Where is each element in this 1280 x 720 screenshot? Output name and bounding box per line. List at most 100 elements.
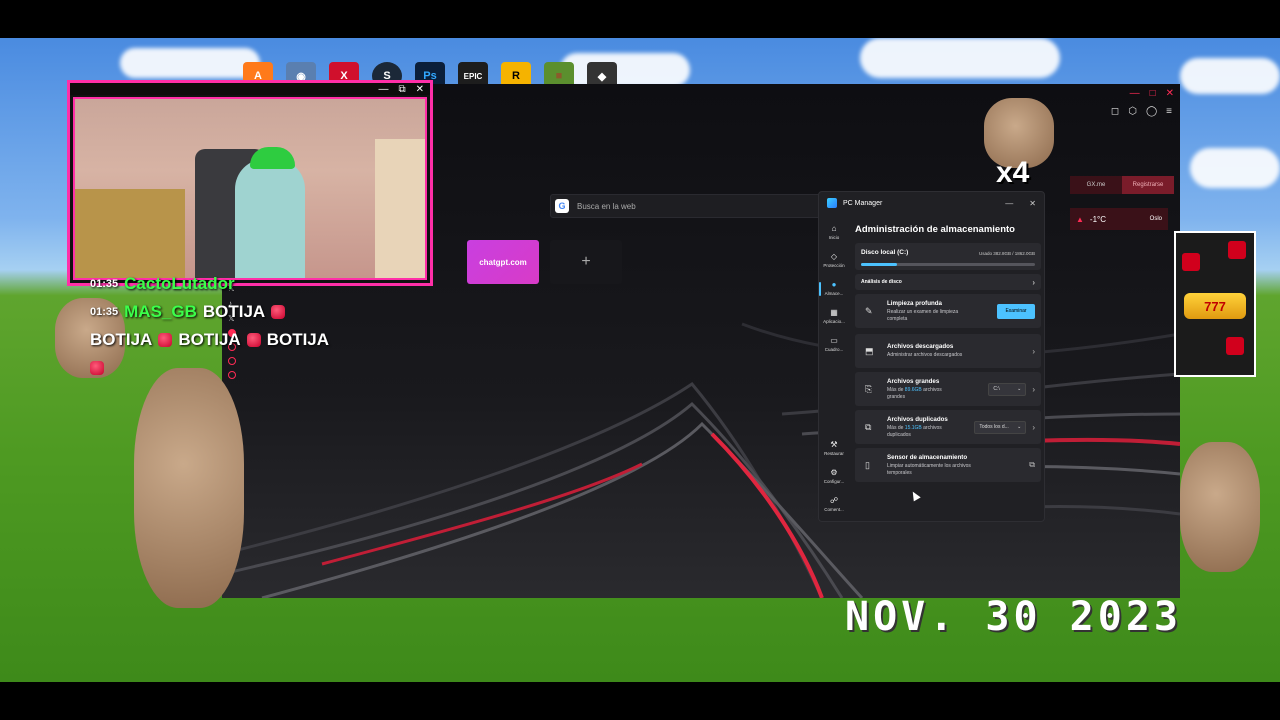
disk-card[interactable]: Disco local (C:) Usado 382.8GB / 1862.0G… [855, 243, 1041, 270]
date-stamp: NOV. 30 2023 [845, 594, 1182, 640]
cloud [1190, 148, 1280, 188]
disk-usage-fill [861, 263, 897, 266]
weather-city: Oslo [1149, 216, 1162, 222]
nav-restaurar[interactable]: ⚒ Restaurar [819, 440, 849, 456]
extensions-icon[interactable]: ⬡ [1128, 106, 1137, 117]
close-icon[interactable]: ✕ [416, 84, 424, 95]
close-icon[interactable]: ✕ [1166, 88, 1174, 99]
nav-almacenamiento[interactable]: ● Almace... [819, 280, 849, 296]
chat-time: 01:35 [90, 306, 119, 318]
cloud [860, 38, 1060, 78]
large-files-row[interactable]: ⎘ Archivos grandes Más de 89.6GB archivo… [855, 372, 1041, 406]
settings-icon: ⚙ [830, 468, 838, 477]
google-icon: G [555, 199, 569, 213]
temperature: -1°C [1089, 214, 1107, 224]
feedback-icon: ☍ [829, 496, 839, 505]
disk-usage-bar [861, 263, 1035, 266]
green-hat [250, 147, 295, 169]
drive-select[interactable]: C:\ ⌄ [988, 382, 1027, 396]
minimize-icon[interactable]: — [378, 84, 388, 95]
row-title: Archivos grandes [887, 377, 940, 385]
minimize-icon[interactable]: — [1005, 199, 1013, 208]
nav-label: Almace... [824, 291, 844, 296]
nav-label: Coment... [824, 507, 844, 512]
bed [75, 189, 185, 278]
filter-select-value: Todos los d... [979, 424, 1009, 430]
chat-text: BOTIJA [90, 330, 153, 349]
chevron-down-icon: ⌄ [1017, 424, 1022, 430]
weather-widget[interactable]: ▲ -1°C Oslo [1070, 208, 1168, 230]
toolbox-icon: ▭ [830, 336, 838, 345]
row-subtitle: Realizar un examen de limpieza completa [887, 308, 959, 322]
search-placeholder: Busca en la web [577, 201, 636, 211]
menu-icon[interactable]: ≡ [1166, 106, 1172, 117]
chat-text: BOTIJA [266, 330, 330, 349]
nav-proteccion[interactable]: ◇ Protección [819, 252, 849, 268]
chevron-down-icon: ⌄ [1017, 386, 1022, 392]
minimize-icon[interactable]: — [1130, 88, 1140, 99]
row-title: Archivos descargados [887, 343, 954, 351]
pc-manager-main: Administración de almacenamiento Disco l… [855, 216, 1041, 486]
disk-analysis-link[interactable]: Análisis de disco › [855, 274, 1041, 290]
chat-text: BOTIJA [202, 302, 266, 321]
webcam-window: — ⧉ ✕ [67, 80, 433, 286]
row-title: Limpieza profunda [887, 299, 943, 307]
large-file-icon: ⎘ [865, 383, 873, 394]
row-subtitle: Administrar archivos descargados [887, 352, 963, 359]
chat-message: 01:35 CactoLutador [90, 270, 329, 298]
register-button[interactable]: Registrarse [1122, 176, 1174, 194]
maximize-icon[interactable]: □ [1150, 88, 1156, 99]
cat-sticker [1180, 442, 1260, 572]
chat-text: BOTIJA [178, 330, 241, 349]
cat-sticker [134, 368, 244, 608]
nav-label: Protección [823, 263, 845, 268]
dice-icon [1226, 337, 1244, 355]
nav-inicio[interactable]: ⌂ Inicio [819, 224, 849, 240]
nav-comentarios[interactable]: ☍ Coment... [819, 496, 849, 512]
speed-dial-add-button[interactable]: + [550, 240, 622, 284]
dice-icon [1182, 253, 1200, 271]
page-title: Administración de almacenamiento [855, 224, 1015, 235]
nav-label: Restaurar [824, 451, 844, 456]
nav-label: Configur... [823, 479, 845, 484]
speed-dial-chatgpt[interactable]: chatgpt.com [467, 240, 539, 284]
nav-configuracion[interactable]: ⚙ Configur... [819, 468, 849, 484]
maximize-icon[interactable]: ⧉ [398, 84, 405, 95]
subtitle-prefix: Más de [887, 424, 905, 431]
chat-message-continuation [90, 354, 329, 382]
chat-user: CactoLutador [124, 274, 235, 293]
row-subtitle: Limpiar automáticamente los archivos tem… [887, 462, 971, 476]
pc-manager-window: PC Manager — ✕ ⌂ Inicio ◇ Protección ● Alma… [818, 191, 1045, 522]
storage-sense-row[interactable]: ▯ Sensor de almacenamiento Limpiar autom… [855, 448, 1041, 482]
chat-message-continuation: BOTIJA BOTIJA BOTIJA [90, 326, 329, 354]
duplicates-row[interactable]: ⧉ Archivos duplicados Más de 15.1GB arch… [855, 410, 1041, 444]
subtitle-prefix: Más de [887, 386, 905, 393]
stream-scene: A ◉ X S Ps EPIC R ■ ◆ — □ ✕ ◻ ⬡ ◯ ≡ G Bu… [0, 38, 1280, 682]
profile-icon[interactable]: ◯ [1146, 106, 1157, 117]
disk-analysis-label: Análisis de disco [861, 279, 902, 285]
bookmark-icon[interactable]: ◻ [1111, 106, 1119, 117]
close-icon[interactable]: ✕ [1029, 199, 1036, 208]
duplicates-size: 15.1GB [904, 424, 922, 431]
window-title: PC Manager [843, 199, 883, 207]
chat-message: 01:35 MAS_GB BOTIJA [90, 298, 329, 326]
ruby-emote-icon [271, 305, 286, 319]
duplicate-file-icon: ⧉ [865, 421, 872, 432]
window-controls: — □ ✕ [1130, 88, 1174, 99]
download-folder-icon: ⬒ [865, 345, 874, 356]
gx-me-button[interactable]: GX.me [1070, 176, 1122, 194]
slot-machine-card: 777 [1174, 231, 1256, 377]
nav-cuadro[interactable]: ▭ Cuadro... [819, 336, 849, 352]
restore-icon: ⚒ [830, 440, 838, 449]
chevron-right-icon: › [1032, 384, 1035, 394]
external-link-icon: ⧉ [1029, 460, 1035, 469]
dice-icon [1228, 241, 1246, 259]
downloads-row[interactable]: ⬒ Archivos descargados Administrar archi… [855, 334, 1041, 368]
nav-aplicaciones[interactable]: ▦ Aplicacio... [819, 308, 849, 324]
storage-icon: ● [831, 280, 837, 289]
duplicates-filter-select[interactable]: Todos los d... ⌄ [974, 420, 1027, 434]
row-subtitle: Más de 15.1GB archivos duplicados [887, 425, 957, 439]
gx-account-buttons: GX.me Registrarse [1070, 176, 1174, 194]
pc-manager-logo-icon [827, 198, 837, 208]
examinar-button[interactable]: Examinar [997, 303, 1035, 319]
